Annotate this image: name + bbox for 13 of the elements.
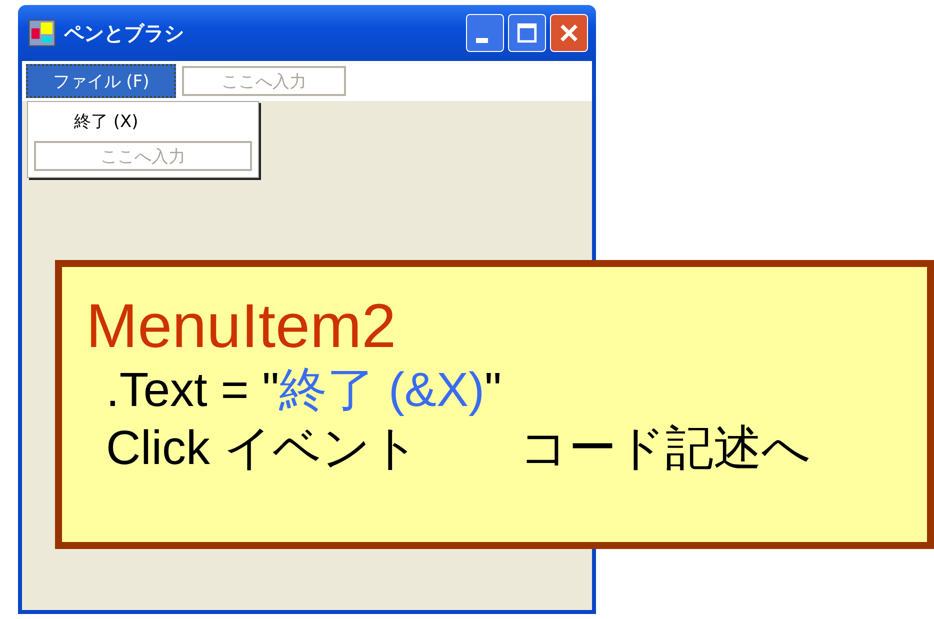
callout-title: MenuItem2 [86, 291, 398, 362]
close-button[interactable] [550, 14, 588, 52]
window-title: ペンとブラシ [64, 20, 185, 46]
minimize-icon [476, 38, 488, 42]
maximize-icon [515, 21, 539, 45]
property-line: .Text = "終了 (&X)" [105, 363, 502, 420]
app-icon [28, 19, 56, 47]
event-label: Click イベント [105, 420, 420, 477]
event-action: コード記述へ [519, 420, 810, 477]
maximize-button[interactable] [508, 14, 546, 52]
minimize-button[interactable] [466, 14, 504, 52]
menu-item[interactable]: 終了 (X) [34, 106, 252, 137]
menu-item[interactable]: ファイル (F) [26, 64, 176, 98]
